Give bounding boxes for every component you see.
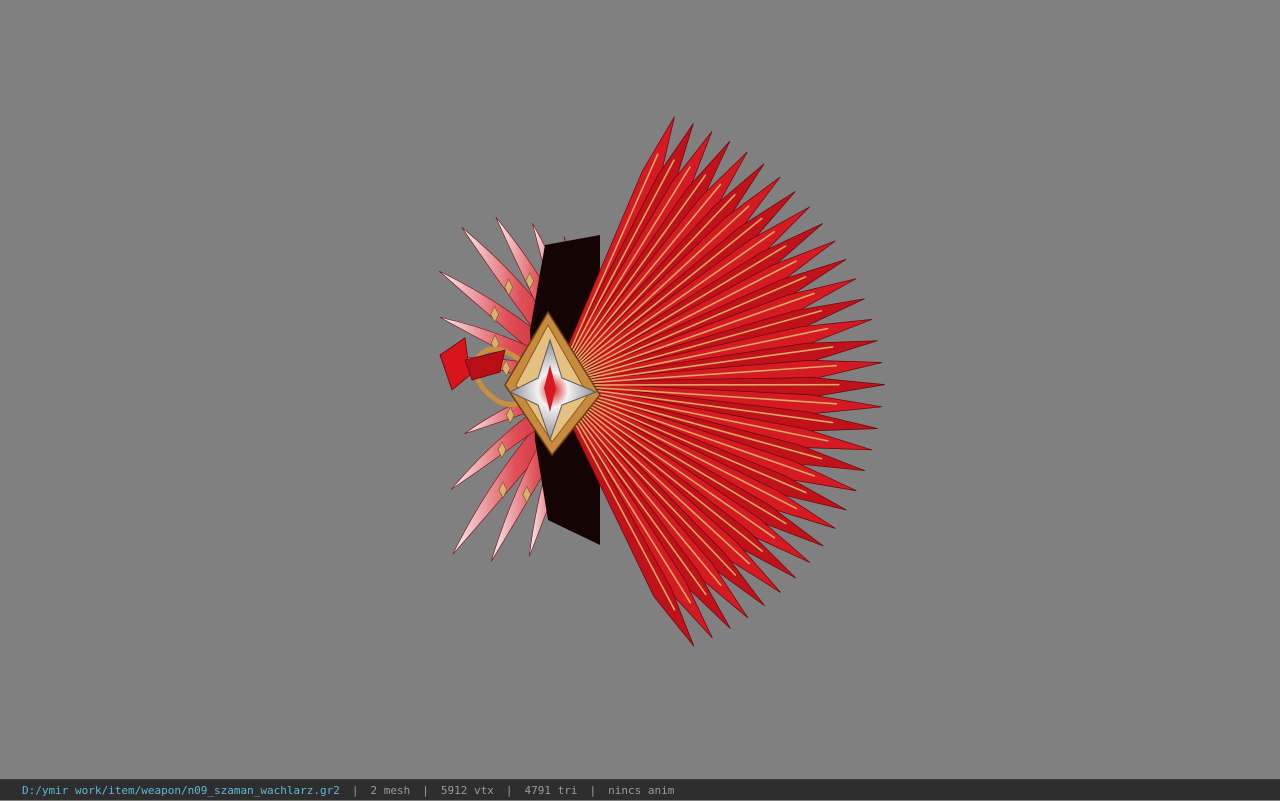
weapon-model-render [0,0,1280,779]
file-path: D:/ymir work/item/weapon/n09_szaman_wach… [22,780,340,801]
animation-status: nincs anim [608,780,674,801]
separator: | [410,780,441,801]
vertex-count: 5912 vtx [441,780,494,801]
status-bar: D:/ymir work/item/weapon/n09_szaman_wach… [0,779,1280,800]
triangle-count: 4791 tri [525,780,578,801]
3d-viewport[interactable] [0,0,1280,779]
separator: | [340,780,371,801]
separator: | [494,780,525,801]
separator: | [577,780,608,801]
mesh-count: 2 mesh [371,780,411,801]
